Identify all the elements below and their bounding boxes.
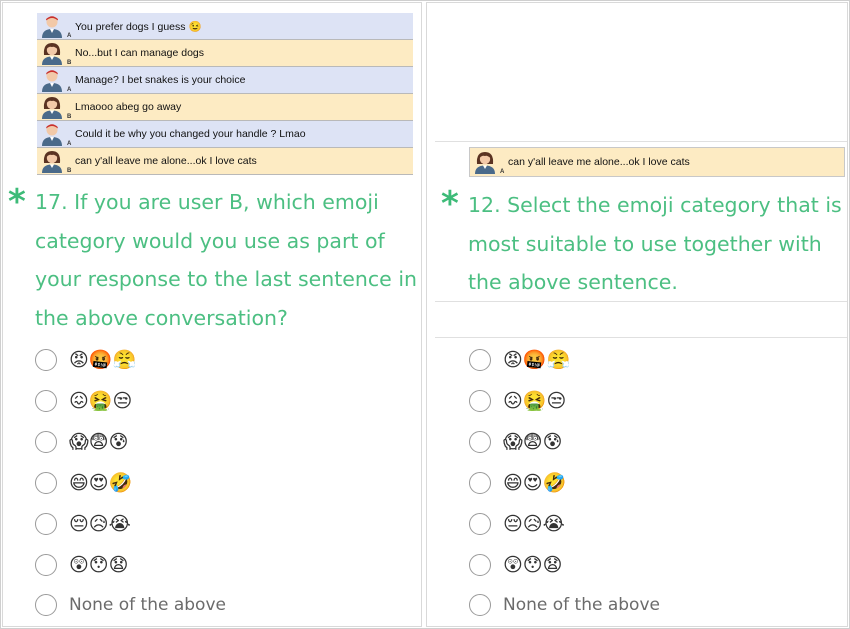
radio-button[interactable] — [35, 431, 57, 453]
radio-button[interactable] — [469, 390, 491, 412]
female-avatar-icon — [42, 42, 62, 65]
radio-button[interactable] — [469, 554, 491, 576]
radio-button[interactable] — [469, 349, 491, 371]
chat-row: B can y'all leave me alone...ok I love c… — [37, 148, 413, 175]
option-disgust[interactable]: 😖🤮😒 — [35, 388, 132, 414]
avatar-user-b: B — [37, 148, 75, 175]
option-surprise[interactable]: 😲😯😧 — [469, 552, 562, 578]
option-emojis: 😔😥😭 — [69, 513, 131, 535]
option-emojis: 😲😯😧 — [69, 554, 129, 576]
question-17-panel: A You prefer dogs I guess 😉 B No...but I… — [2, 2, 422, 627]
chat-message: Lmaooo abeg go away — [75, 101, 182, 113]
chat-message: Could it be why you changed your handle … — [75, 128, 306, 140]
radio-button[interactable] — [35, 390, 57, 412]
radio-button[interactable] — [469, 431, 491, 453]
female-avatar-icon — [475, 151, 495, 174]
avatar-user-b: B — [37, 94, 75, 121]
option-emojis: 😱😨😰 — [69, 431, 129, 453]
chat-row: A You prefer dogs I guess 😉 — [37, 13, 413, 40]
avatar-user-a: A — [470, 149, 508, 176]
divider — [435, 141, 847, 142]
option-angry[interactable]: 😡🤬😤 — [35, 347, 136, 373]
radio-button[interactable] — [35, 594, 57, 616]
male-avatar-icon — [42, 123, 62, 146]
chat-message: No...but I can manage dogs — [75, 47, 204, 59]
question-text: 17. If you are user B, which emoji categ… — [35, 190, 418, 330]
option-emojis: 😄😍🤣 — [69, 472, 133, 494]
question-text: 12. Select the emoji category that is mo… — [468, 193, 842, 294]
option-emojis: 😖🤮😒 — [503, 390, 567, 412]
female-avatar-icon — [42, 150, 62, 173]
option-joy[interactable]: 😄😍🤣 — [35, 470, 132, 496]
option-emojis: 😖🤮😒 — [69, 390, 133, 412]
avatar-user-a: A — [37, 13, 75, 40]
male-avatar-icon — [42, 15, 62, 38]
chat-row: A Manage? I bet snakes is your choice — [37, 67, 413, 94]
radio-button[interactable] — [35, 472, 57, 494]
conversation: A can y'all leave me alone...ok I love c… — [469, 147, 845, 177]
avatar-user-a: A — [37, 121, 75, 148]
option-emojis: 😄😍🤣 — [503, 472, 567, 494]
chat-message: You prefer dogs I guess 😉 — [75, 20, 202, 33]
option-emojis: 😱😨😰 — [503, 431, 563, 453]
option-none[interactable]: None of the above — [35, 592, 226, 618]
radio-button[interactable] — [35, 554, 57, 576]
option-emojis: 😡🤬😤 — [503, 349, 571, 371]
option-none[interactable]: None of the above — [469, 592, 660, 618]
conversation: A You prefer dogs I guess 😉 B No...but I… — [37, 13, 413, 175]
radio-button[interactable] — [35, 513, 57, 535]
option-fear[interactable]: 😱😨😰 — [469, 429, 562, 455]
radio-button[interactable] — [469, 472, 491, 494]
required-asterisk: * — [8, 182, 26, 222]
option-sadness[interactable]: 😔😥😭 — [35, 511, 131, 537]
radio-button[interactable] — [469, 594, 491, 616]
female-avatar-icon — [42, 96, 62, 119]
option-fear[interactable]: 😱😨😰 — [35, 429, 128, 455]
required-asterisk: * — [441, 184, 459, 224]
option-angry[interactable]: 😡🤬😤 — [469, 347, 570, 373]
option-label: None of the above — [503, 595, 660, 615]
option-sadness[interactable]: 😔😥😭 — [469, 511, 565, 537]
avatar-user-a: A — [37, 67, 75, 94]
option-emojis: 😲😯😧 — [503, 554, 563, 576]
avatar-user-b: B — [37, 40, 75, 67]
chat-row: A can y'all leave me alone...ok I love c… — [469, 147, 845, 177]
chat-row: B Lmaooo abeg go away — [37, 94, 413, 121]
divider — [435, 337, 847, 338]
radio-button[interactable] — [35, 349, 57, 371]
option-label: None of the above — [69, 595, 226, 615]
chat-message: can y'all leave me alone...ok I love cat… — [508, 156, 690, 168]
chat-row: B No...but I can manage dogs — [37, 40, 413, 67]
chat-message: Manage? I bet snakes is your choice — [75, 74, 246, 86]
chat-message: can y'all leave me alone...ok I love cat… — [75, 155, 257, 167]
option-emojis: 😔😥😭 — [503, 513, 565, 535]
radio-button[interactable] — [469, 513, 491, 535]
option-disgust[interactable]: 😖🤮😒 — [469, 388, 566, 414]
male-avatar-icon — [42, 69, 62, 92]
question-12-panel: A can y'all leave me alone...ok I love c… — [426, 2, 848, 627]
divider — [435, 301, 847, 302]
chat-row: A Could it be why you changed your handl… — [37, 121, 413, 148]
option-joy[interactable]: 😄😍🤣 — [469, 470, 566, 496]
option-emojis: 😡🤬😤 — [69, 349, 137, 371]
option-surprise[interactable]: 😲😯😧 — [35, 552, 128, 578]
